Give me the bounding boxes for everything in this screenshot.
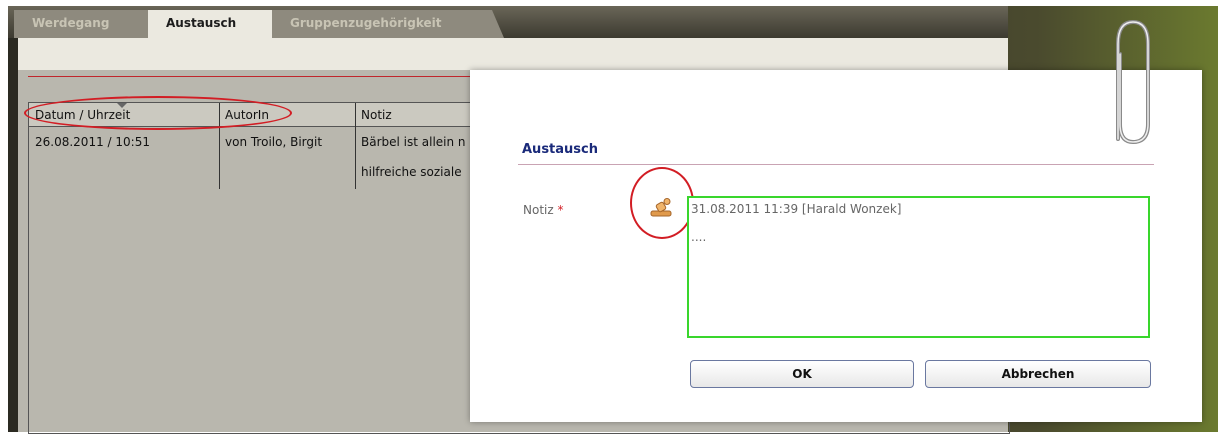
tab-gruppenzugehoerigkeit[interactable]: Gruppenzugehörigkeit: [272, 10, 504, 38]
paperclip-icon: [1116, 19, 1150, 145]
ok-button[interactable]: OK: [690, 360, 914, 388]
highlight-ellipse-stamp: [630, 167, 694, 239]
cell-datum: 26.08.2011 / 10:51: [35, 135, 150, 149]
cell-notiz: Bärbel ist allein n: [361, 135, 466, 149]
highlight-ellipse-header: [24, 96, 292, 130]
tab-bar: Werdegang Austausch Gruppenzugehörigkeit: [8, 6, 1008, 38]
austausch-dialog: Austausch Notiz * 31.08.2011 11:39 [Hara…: [470, 70, 1202, 422]
content-header: [18, 38, 1008, 70]
note-label: Notiz *: [523, 203, 563, 217]
required-marker: *: [557, 203, 564, 217]
dialog-divider: [518, 164, 1154, 165]
cell-autor: von Troilo, Birgit: [225, 135, 323, 149]
dialog-title: Austausch: [522, 142, 598, 157]
note-label-text: Notiz: [523, 203, 554, 217]
note-textarea[interactable]: 31.08.2011 11:39 [Harald Wonzek] ....: [687, 196, 1150, 338]
cancel-button[interactable]: Abbrechen: [925, 360, 1151, 388]
cell-notiz-continued: hilfreiche soziale: [361, 165, 462, 179]
